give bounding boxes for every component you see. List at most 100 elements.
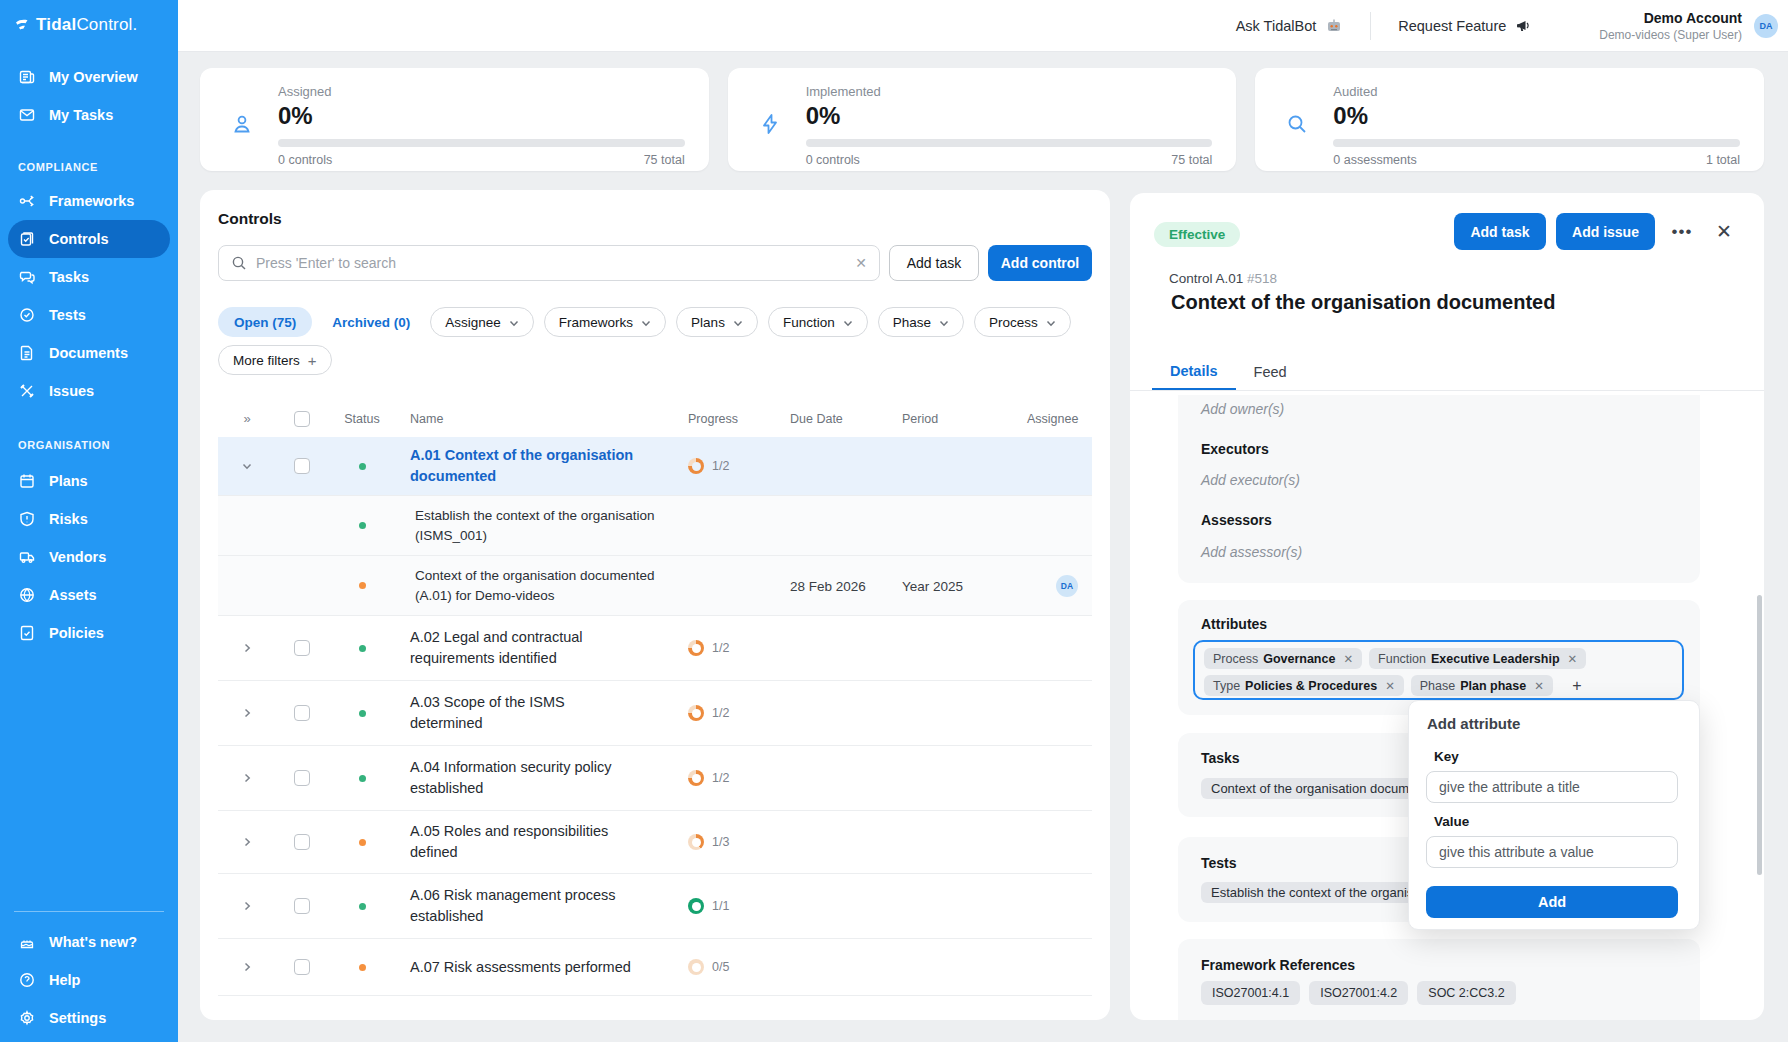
control-name[interactable]: A.02 Legal and contractual requirements …: [410, 627, 676, 669]
table-row[interactable]: Establish the context of the organisatio…: [218, 495, 1092, 555]
control-name[interactable]: A.03 Scope of the ISMS determined: [410, 692, 676, 734]
control-name[interactable]: A.01 Context of the organisation documen…: [410, 445, 676, 487]
chevron-right-icon[interactable]: [244, 773, 251, 783]
close-icon[interactable]: ✕: [1707, 213, 1741, 250]
table-row[interactable]: A.06 Risk management process established…: [218, 873, 1092, 938]
filter-chip-plans[interactable]: Plans: [676, 307, 758, 337]
row-checkbox[interactable]: [294, 705, 310, 721]
more-filters-chip[interactable]: More filters +: [218, 345, 332, 375]
row-checkbox[interactable]: [294, 640, 310, 656]
control-name[interactable]: A.04 Information security policy establi…: [410, 757, 676, 799]
search-input[interactable]: [256, 255, 846, 271]
table-row[interactable]: A.08 Risk treatment plan defined1/2: [218, 995, 1092, 1020]
assignee-avatar[interactable]: DA: [1056, 575, 1078, 597]
key-input[interactable]: [1426, 771, 1678, 803]
popup-add-button[interactable]: Add: [1426, 886, 1678, 918]
sidebar-item-risks[interactable]: Risks: [0, 500, 178, 538]
sidebar-item-what-s-new-[interactable]: What's new?: [0, 923, 178, 961]
row-checkbox[interactable]: [294, 770, 310, 786]
chevron-right-icon[interactable]: [244, 962, 251, 972]
sidebar-item-tasks[interactable]: Tasks: [0, 258, 178, 296]
control-name[interactable]: Context of the organisation documented (…: [415, 566, 676, 606]
sidebar-item-controls[interactable]: Controls: [8, 220, 170, 258]
sidebar-item-policies[interactable]: Policies: [0, 614, 178, 652]
controls-panel-title: Controls: [218, 210, 282, 228]
sidebar-item-assets[interactable]: Assets: [0, 576, 178, 614]
sidebar-item-settings[interactable]: Settings: [0, 999, 178, 1037]
add-assessors-field[interactable]: Add assessor(s): [1201, 544, 1302, 560]
add-owners-field[interactable]: Add owner(s): [1201, 401, 1284, 417]
collapse-all-icon[interactable]: »: [218, 411, 276, 426]
more-options-icon[interactable]: •••: [1664, 213, 1700, 250]
remove-attribute-icon[interactable]: ✕: [1534, 679, 1544, 693]
ask-tidalbot-button[interactable]: Ask TidalBot: [1236, 17, 1344, 35]
control-name[interactable]: A.07 Risk assessments performed: [410, 957, 676, 978]
table-row[interactable]: A.05 Roles and responsibilities defined1…: [218, 810, 1092, 873]
add-attribute-button[interactable]: +: [1560, 675, 1594, 696]
sidebar-item-vendors[interactable]: Vendors: [0, 538, 178, 576]
status-dot-green: [359, 903, 366, 910]
row-checkbox[interactable]: [294, 834, 310, 850]
value-input[interactable]: [1426, 836, 1678, 868]
select-all-checkbox[interactable]: [294, 411, 310, 427]
account-menu[interactable]: Demo Account Demo-videos (Super User): [1599, 10, 1742, 42]
attribute-chip-process[interactable]: ProcessGovernance✕: [1204, 648, 1362, 669]
attribute-chip-function[interactable]: FunctionExecutive Leadership✕: [1369, 648, 1586, 669]
table-row[interactable]: A.02 Legal and contractual requirements …: [218, 615, 1092, 680]
attributes-input[interactable]: ProcessGovernance✕ FunctionExecutive Lead…: [1193, 640, 1684, 700]
sidebar-item-my-overview[interactable]: My Overview: [0, 58, 178, 96]
chevron-right-icon[interactable]: [244, 837, 251, 847]
table-row[interactable]: A.01 Context of the organisation documen…: [218, 437, 1092, 495]
chevron-right-icon[interactable]: [244, 901, 251, 911]
attribute-chip-type[interactable]: TypePolicies & Procedures✕: [1204, 675, 1404, 696]
tab-feed[interactable]: Feed: [1236, 353, 1305, 391]
row-checkbox[interactable]: [294, 898, 310, 914]
sidebar-item-my-tasks[interactable]: My Tasks: [0, 96, 178, 134]
sidebar-item-issues[interactable]: Issues: [0, 372, 178, 410]
filter-chip-process[interactable]: Process: [974, 307, 1071, 337]
framework-ref-chip[interactable]: ISO27001:4.2: [1309, 981, 1408, 1005]
detail-add-task-button[interactable]: Add task: [1454, 213, 1546, 250]
add-task-button[interactable]: Add task: [889, 245, 979, 281]
chevron-right-icon[interactable]: [244, 643, 251, 653]
request-feature-button[interactable]: Request Feature: [1398, 17, 1533, 35]
sidebar-item-plans[interactable]: Plans: [0, 462, 178, 500]
control-name[interactable]: A.08 Risk treatment plan defined: [410, 1018, 676, 1021]
row-checkbox[interactable]: [294, 959, 310, 975]
filter-chip-frameworks[interactable]: Frameworks: [544, 307, 666, 337]
control-name[interactable]: A.06 Risk management process established: [410, 885, 676, 927]
remove-attribute-icon[interactable]: ✕: [1568, 652, 1578, 666]
chevron-right-icon[interactable]: [244, 708, 251, 718]
control-name[interactable]: A.05 Roles and responsibilities defined: [410, 821, 676, 863]
sidebar-item-tests[interactable]: Tests: [0, 296, 178, 334]
row-checkbox[interactable]: [294, 458, 310, 474]
filter-chip-archived-0-[interactable]: Archived (0): [322, 307, 420, 337]
sidebar-item-frameworks[interactable]: Frameworks: [0, 182, 178, 220]
table-row[interactable]: A.07 Risk assessments performed0/5: [218, 938, 1092, 995]
sidebar-item-documents[interactable]: Documents: [0, 334, 178, 372]
add-control-button[interactable]: Add control: [988, 245, 1092, 281]
table-row[interactable]: Context of the organisation documented (…: [218, 555, 1092, 615]
add-executors-field[interactable]: Add executor(s): [1201, 472, 1300, 488]
clear-search-icon[interactable]: ✕: [855, 255, 867, 271]
table-row[interactable]: A.04 Information security policy establi…: [218, 745, 1092, 810]
tab-details[interactable]: Details: [1152, 353, 1236, 391]
sidebar-item-help[interactable]: Help: [0, 961, 178, 999]
tests-label: Tests: [1201, 855, 1237, 871]
chevron-down-icon[interactable]: [242, 463, 252, 470]
sidebar-item-label: What's new?: [49, 934, 137, 950]
filter-chip-function[interactable]: Function: [768, 307, 868, 337]
control-name[interactable]: Establish the context of the organisatio…: [415, 506, 676, 546]
scrollbar[interactable]: [1757, 595, 1762, 875]
framework-ref-chip[interactable]: SOC 2:CC3.2: [1417, 981, 1515, 1005]
filter-chip-phase[interactable]: Phase: [878, 307, 964, 337]
detail-add-issue-button[interactable]: Add issue: [1556, 213, 1655, 250]
avatar[interactable]: DA: [1754, 14, 1778, 38]
filter-chip-open-75-[interactable]: Open (75): [218, 307, 312, 337]
framework-ref-chip[interactable]: ISO27001:4.1: [1201, 981, 1300, 1005]
attribute-chip-phase[interactable]: PhasePlan phase✕: [1411, 675, 1553, 696]
remove-attribute-icon[interactable]: ✕: [1385, 679, 1395, 693]
table-row[interactable]: A.03 Scope of the ISMS determined1/2: [218, 680, 1092, 745]
filter-chip-assignee[interactable]: Assignee: [430, 307, 534, 337]
remove-attribute-icon[interactable]: ✕: [1343, 652, 1353, 666]
